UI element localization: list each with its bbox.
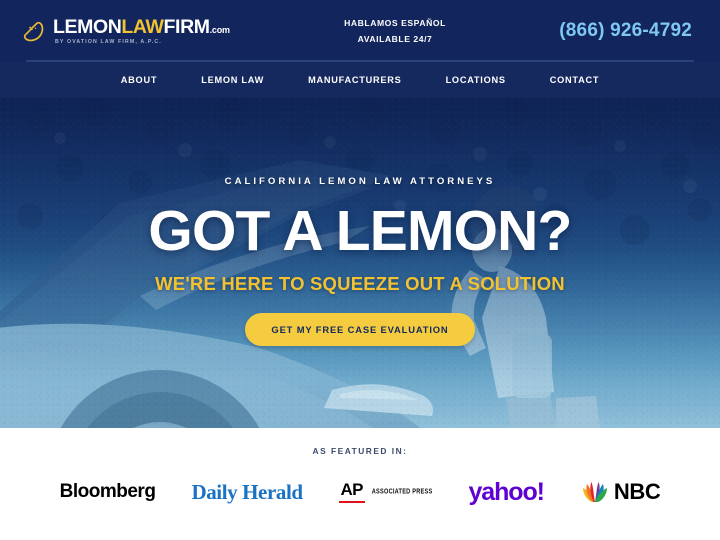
free-case-evaluation-button[interactable]: GET MY FREE CASE EVALUATION xyxy=(245,313,475,346)
logo-tld: .com xyxy=(209,24,230,35)
ap-letters: AP xyxy=(340,480,364,500)
press-logo-bloomberg[interactable]: Bloomberg xyxy=(60,481,156,503)
associated-press-wordmark: ASSOCIATED PRESS xyxy=(371,488,433,496)
press-logo-row: Bloomberg Daily Herald AP ASSOCIATED PRE… xyxy=(0,478,720,506)
press-logo-daily-herald[interactable]: Daily Herald xyxy=(191,479,303,505)
main-navigation: ABOUT LEMON LAW MANUFACTURERS LOCATIONS … xyxy=(0,62,720,98)
logo-text: LEMONLAWFIRM.com BY OVATION LAW FIRM, A.… xyxy=(53,17,230,46)
ap-red-rule xyxy=(338,500,365,503)
nbc-peacock-icon xyxy=(582,482,607,502)
logo-wordmark: LEMONLAWFIRM.com xyxy=(53,17,230,37)
site-header: LEMONLAWFIRM.com BY OVATION LAW FIRM, A.… xyxy=(0,0,720,62)
as-featured-in-label: AS FEATURED IN: xyxy=(312,446,408,456)
nav-item-locations[interactable]: LOCATIONS xyxy=(424,75,528,85)
nav-item-lemon-law[interactable]: LEMON LAW xyxy=(179,75,286,85)
hero-headline: GOT A LEMON? xyxy=(148,199,572,263)
hero-cta-wrap: GET MY FREE CASE EVALUATION xyxy=(0,313,720,346)
bloomberg-wordmark: Bloomberg xyxy=(59,481,156,502)
ap-mark: AP xyxy=(338,480,365,503)
site-logo[interactable]: LEMONLAWFIRM.com BY OVATION LAW FIRM, A.… xyxy=(20,17,250,45)
phone-number: (866) 926-4792 xyxy=(559,20,692,41)
hero-content: CALIFORNIA LEMON LAW ATTORNEYS GOT A LEM… xyxy=(0,176,720,346)
hero-section: CALIFORNIA LEMON LAW ATTORNEYS GOT A LEM… xyxy=(0,98,720,428)
press-logo-associated-press[interactable]: AP ASSOCIATED PRESS xyxy=(338,480,433,503)
as-featured-in-section: AS FEATURED IN: Bloomberg Daily Herald A… xyxy=(0,428,720,540)
hablamos-espanol-text: HABLAMOS ESPAÑOL xyxy=(344,17,446,28)
lemon-icon xyxy=(23,21,44,42)
hero-subheadline: WE'RE HERE TO SQUEEZE OUT A SOLUTION xyxy=(155,273,565,294)
press-logo-yahoo[interactable]: yahoo! xyxy=(468,477,545,506)
logo-word-lemon: LEMON xyxy=(53,15,122,38)
logo-word-law: LAW xyxy=(121,15,164,38)
logo-tagline: BY OVATION LAW FIRM, A.P.C. xyxy=(55,39,162,46)
hero-eyebrow: CALIFORNIA LEMON LAW ATTORNEYS xyxy=(224,176,496,187)
header-info: HABLAMOS ESPAÑOL AVAILABLE 24/7 xyxy=(250,15,500,48)
logo-word-firm: FIRM xyxy=(163,15,210,38)
page-root: LEMONLAWFIRM.com BY OVATION LAW FIRM, A.… xyxy=(0,0,720,540)
press-logo-nbc[interactable]: NBC xyxy=(580,478,661,506)
daily-herald-wordmark: Daily Herald xyxy=(191,479,303,504)
nav-item-contact[interactable]: CONTACT xyxy=(528,75,621,85)
yahoo-wordmark: yahoo! xyxy=(468,477,545,506)
availability-text: AVAILABLE 24/7 xyxy=(357,34,433,44)
nav-item-about[interactable]: ABOUT xyxy=(99,75,179,85)
phone-link[interactable]: (866) 926-4792 xyxy=(500,20,700,42)
nbc-wordmark: NBC xyxy=(613,479,661,504)
nav-item-manufacturers[interactable]: MANUFACTURERS xyxy=(286,75,423,85)
